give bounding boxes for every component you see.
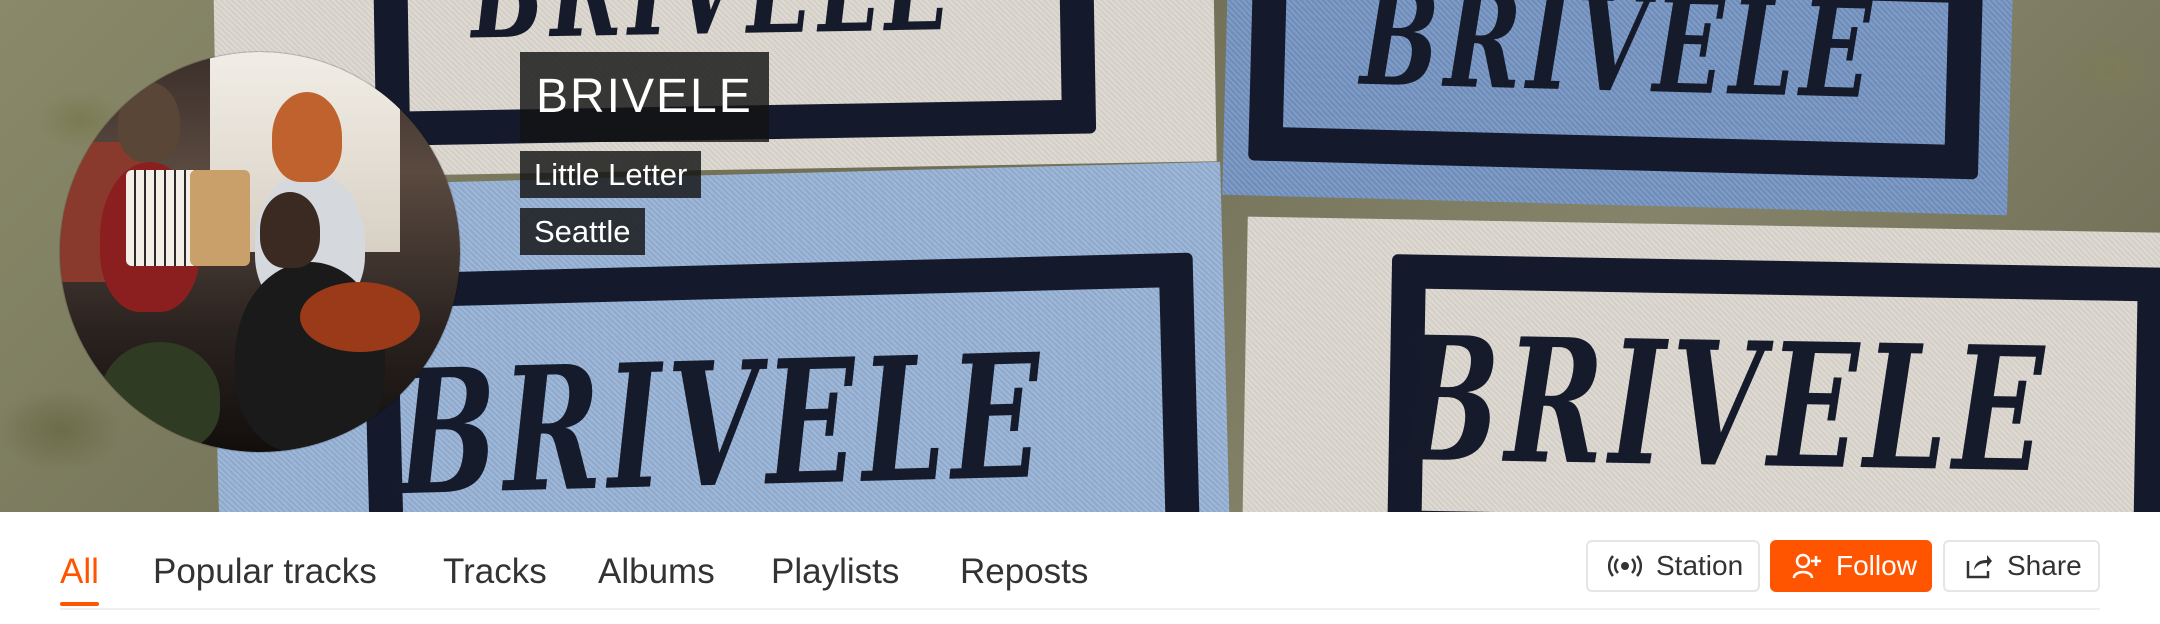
profile-name: BRIVELE [520, 52, 769, 142]
follow-button-label: Follow [1836, 550, 1917, 581]
share-button[interactable]: Share [1943, 540, 2100, 592]
profile-city: Seattle [520, 208, 645, 255]
tab-reposts[interactable]: Reposts [960, 550, 1088, 594]
station-broadcast-icon [1608, 554, 1642, 578]
share-button-label: Share [2007, 550, 2082, 581]
share-icon [1965, 553, 1993, 579]
follow-button[interactable]: Follow [1770, 540, 1932, 592]
tab-playlists[interactable]: Playlists [771, 550, 899, 594]
tab-tracks[interactable]: Tracks [443, 550, 547, 594]
station-button-label: Station [1656, 550, 1744, 581]
banner-patch: BRIVELE [1242, 216, 2160, 512]
add-user-icon [1792, 552, 1822, 580]
banner-patch: BRIVELE [1222, 0, 2013, 216]
station-button[interactable]: Station [1586, 540, 1760, 592]
profile-avatar[interactable] [60, 52, 460, 452]
tab-albums[interactable]: Albums [598, 550, 715, 594]
tab-all[interactable]: All [60, 550, 99, 606]
tab-popular-tracks[interactable]: Popular tracks [153, 550, 377, 594]
banner-patch-word: BRIVELE [1359, 0, 1879, 130]
profile-subtitle: Little Letter [520, 151, 702, 198]
banner-patch-word: BRIVELE [1398, 298, 2051, 511]
